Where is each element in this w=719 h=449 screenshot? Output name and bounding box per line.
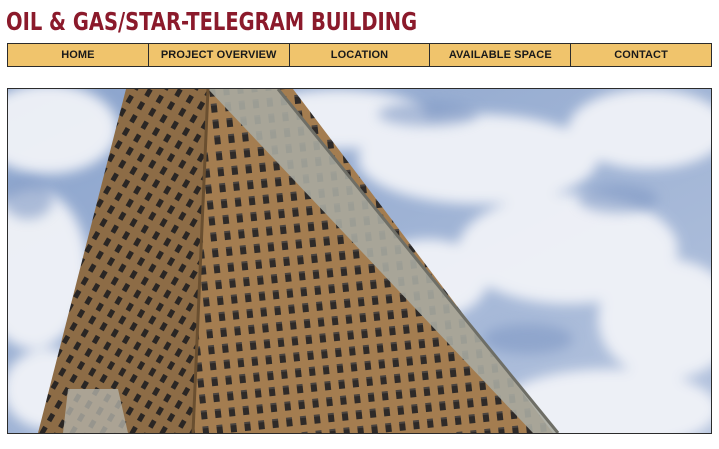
nav-item-available-space[interactable]: AVAILABLE SPACE bbox=[429, 44, 570, 66]
nav-item-contact[interactable]: CONTACT bbox=[570, 44, 711, 66]
nav-item-home[interactable]: HOME bbox=[8, 44, 148, 66]
building-photo bbox=[8, 89, 711, 433]
main-nav: HOME PROJECT OVERVIEW LOCATION AVAILABLE… bbox=[7, 43, 712, 67]
hero-image bbox=[7, 88, 712, 434]
nav-item-location[interactable]: LOCATION bbox=[288, 44, 430, 66]
site-title: OIL & GAS/STAR-TELEGRAM BUILDING bbox=[6, 7, 418, 36]
nav-item-project-overview[interactable]: PROJECT OVERVIEW bbox=[147, 44, 289, 66]
